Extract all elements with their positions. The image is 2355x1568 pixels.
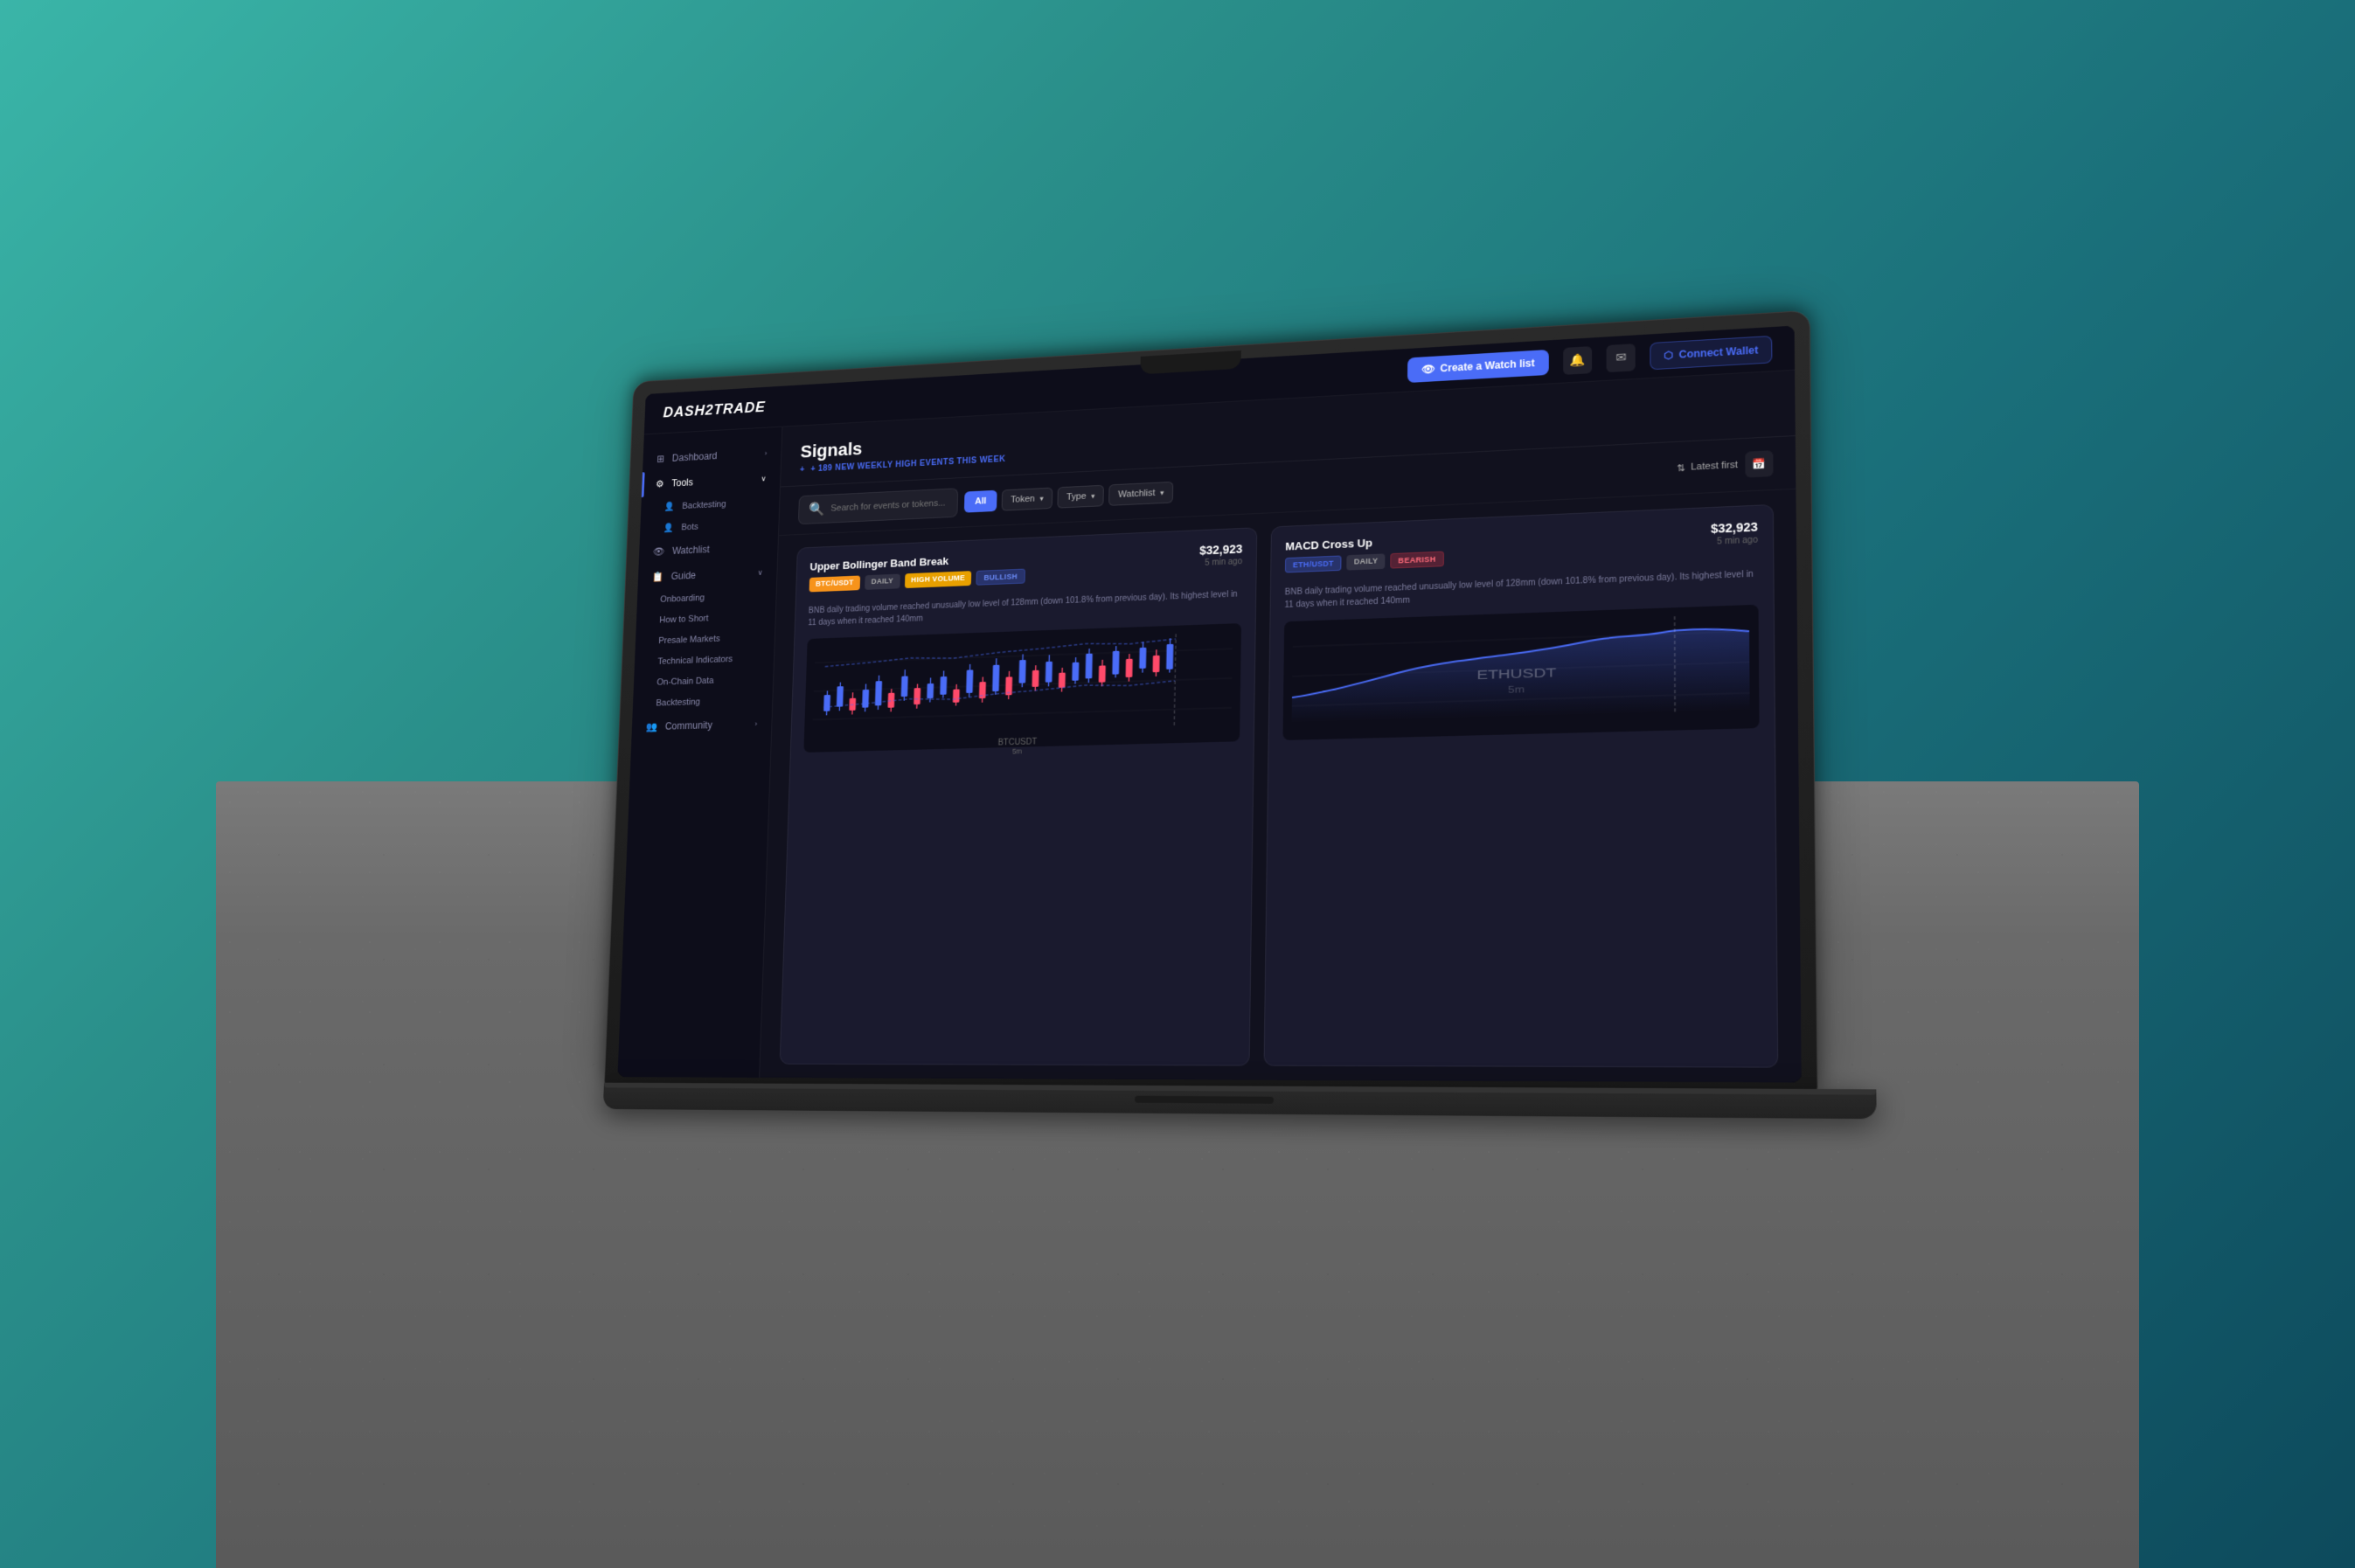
- filters-left: 🔍 All Token ▾ Type ▾: [798, 477, 1174, 524]
- signal-card-1[interactable]: Upper Bollinger Band Break BTC/USDT DAIL…: [780, 527, 1258, 1065]
- line-chart: ETHUSDT 5m: [1292, 614, 1750, 723]
- sidebar-item-community[interactable]: 👥 Community ›: [631, 711, 772, 740]
- create-watchlist-button[interactable]: 👁 Create a Watch list: [1407, 349, 1549, 382]
- guide-icon: 📋: [652, 571, 664, 582]
- laptop-lid: DASH2TRADE 👁 Create a Watch list 🔔 ✉: [604, 310, 1818, 1093]
- search-icon: 🔍: [809, 501, 825, 517]
- tag-bearish: BEARISH: [1390, 552, 1443, 569]
- chart-container-1: BTCUSDT5m: [803, 623, 1241, 753]
- mail-icon: ✉: [1615, 350, 1626, 365]
- community-icon: 👥: [646, 721, 658, 732]
- laptop-device: DASH2TRADE 👁 Create a Watch list 🔔 ✉: [603, 310, 1818, 1119]
- svg-text:ETHUSDT: ETHUSDT: [1476, 666, 1556, 682]
- card-title-wrapper: Upper Bollinger Band Break BTC/USDT DAIL…: [809, 552, 1025, 599]
- card-price-2: $32,923: [1711, 520, 1758, 536]
- sidebar-item-label: Watchlist: [672, 544, 710, 557]
- candlestick-chart: [812, 632, 1233, 736]
- card-time-2: 5 min ago: [1711, 536, 1758, 547]
- wallet-icon: ⬡: [1664, 349, 1673, 361]
- card-title-2: MACD Cross Up: [1285, 533, 1443, 552]
- svg-text:5m: 5m: [1508, 686, 1525, 696]
- tag-daily: DAILY: [865, 574, 900, 590]
- sidebar-item-label: Onboarding: [660, 593, 705, 605]
- user-icon: 👤: [663, 523, 673, 533]
- mail-button[interactable]: ✉: [1607, 343, 1636, 372]
- filter-dropdown-token[interactable]: Token ▾: [1002, 488, 1053, 511]
- tools-icon: ⚙: [656, 478, 664, 489]
- tag-ethusdt: ETH/USDT: [1285, 555, 1342, 572]
- sidebar-item-label: Dashboard: [672, 450, 718, 463]
- card-tags-2: ETH/USDT DAILY BEARISH: [1285, 552, 1444, 573]
- brand-logo: DASH2TRADE: [663, 399, 766, 421]
- chart-label-1: BTCUSDT5m: [811, 732, 1231, 761]
- screen-bezel: DASH2TRADE 👁 Create a Watch list 🔔 ✉: [617, 326, 1801, 1083]
- user-icon: 👤: [663, 501, 674, 511]
- eye-icon: 👁: [1421, 363, 1435, 375]
- card-time: 5 min ago: [1199, 557, 1242, 568]
- card-price-wrapper: $32,923 5 min ago: [1199, 542, 1243, 568]
- card-tags: BTC/USDT DAILY HIGH VOLUME BULLISH: [809, 569, 1025, 593]
- subtitle-plus: +: [800, 465, 805, 474]
- filters-right: ⇅ Latest first 📅: [1677, 450, 1773, 481]
- eye-icon: 👁: [653, 545, 665, 557]
- card-price-wrapper-2: $32,923 5 min ago: [1711, 520, 1758, 547]
- dashboard-icon: ⊞: [656, 453, 664, 464]
- connect-wallet-button[interactable]: ⬡ Connect Wallet: [1650, 335, 1773, 369]
- sidebar-item-label: How to Short: [659, 614, 709, 625]
- sidebar-item-label: Bots: [681, 522, 698, 532]
- notifications-button[interactable]: 🔔: [1563, 346, 1592, 375]
- search-box[interactable]: 🔍: [798, 488, 958, 524]
- calendar-button[interactable]: 📅: [1745, 450, 1773, 477]
- sidebar-item-label: Tools: [671, 476, 693, 489]
- chevron-icon: ∨: [757, 568, 762, 577]
- sidebar-item-label: Backtesting: [656, 697, 700, 709]
- main-layout: ⊞ Dashboard › ⚙ Tools ∨ 👤 Backtesting: [617, 371, 1801, 1083]
- calendar-icon: 📅: [1752, 458, 1766, 471]
- tag-daily-2: DAILY: [1347, 553, 1386, 570]
- filter-tabs: All Token ▾ Type ▾ Watchlist ▾: [964, 482, 1173, 513]
- chart-container-2: ETHUSDT 5m: [1282, 605, 1759, 740]
- tag-btcusdt: BTC/USDT: [809, 575, 861, 592]
- filter-dropdown-type[interactable]: Type ▾: [1057, 485, 1104, 509]
- card-price: $32,923: [1199, 542, 1242, 557]
- chevron-icon: ›: [765, 449, 768, 457]
- screen-content: DASH2TRADE 👁 Create a Watch list 🔔 ✉: [617, 326, 1801, 1083]
- sidebar-item-label: Technical Indicators: [657, 655, 733, 667]
- sort-dropdown[interactable]: ⇅ Latest first: [1677, 460, 1738, 474]
- sort-icon: ⇅: [1677, 462, 1685, 474]
- sidebar: ⊞ Dashboard › ⚙ Tools ∨ 👤 Backtesting: [617, 427, 782, 1078]
- bell-icon: 🔔: [1570, 352, 1586, 367]
- tag-high-volume: HIGH VOLUME: [905, 571, 972, 588]
- sidebar-item-label: Community: [665, 719, 712, 732]
- chevron-icon: ›: [754, 719, 757, 727]
- sidebar-item-label: Guide: [670, 570, 696, 582]
- tag-bullish: BULLISH: [976, 569, 1025, 586]
- signals-grid: Upper Bollinger Band Break BTC/USDT DAIL…: [760, 489, 1802, 1083]
- sidebar-item-label: Backtesting: [682, 499, 726, 510]
- search-input[interactable]: [830, 498, 948, 513]
- sidebar-item-label: Presale Markets: [658, 634, 720, 646]
- content-area: Signals + + 189 NEW WEEKLY HIGH EVENTS T…: [760, 371, 1802, 1083]
- filter-dropdown-watchlist[interactable]: Watchlist ▾: [1108, 482, 1173, 506]
- chevron-icon: ∨: [761, 474, 766, 482]
- filter-tab-all[interactable]: All: [964, 490, 997, 513]
- signal-card-2[interactable]: MACD Cross Up ETH/USDT DAILY BEARISH: [1264, 504, 1779, 1068]
- sidebar-item-label: On-Chain Data: [656, 676, 713, 687]
- card-title-wrapper-2: MACD Cross Up ETH/USDT DAILY BEARISH: [1285, 533, 1444, 579]
